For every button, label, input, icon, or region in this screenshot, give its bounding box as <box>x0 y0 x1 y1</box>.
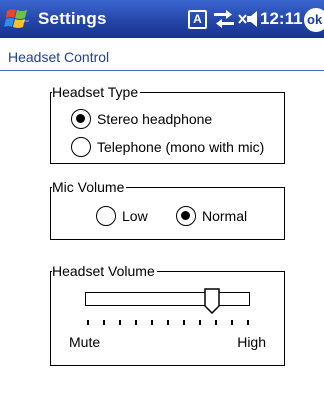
radio-label: Stereo headphone <box>97 111 213 127</box>
radio-mic-low[interactable]: Low <box>96 206 148 226</box>
volume-tick <box>231 320 233 325</box>
app-title[interactable]: Settings <box>38 9 107 29</box>
connectivity-arrows-icon[interactable] <box>212 8 236 30</box>
volume-tick <box>183 320 185 325</box>
volume-slider-track[interactable] <box>85 292 250 306</box>
volume-tick <box>215 320 217 325</box>
volume-tick <box>199 320 201 325</box>
input-mode-indicator[interactable]: A <box>188 10 207 29</box>
volume-tick <box>103 320 105 325</box>
headset-volume-group: Headset Volume Mute High <box>50 262 285 366</box>
radio-button[interactable] <box>71 137 91 157</box>
speaker-muted-icon[interactable] <box>238 10 260 28</box>
volume-tick <box>151 320 153 325</box>
headset-volume-legend: Headset Volume <box>52 262 157 280</box>
radio-stereo-headphone[interactable]: Stereo headphone <box>71 109 212 129</box>
volume-min-label: Mute <box>69 334 101 350</box>
page-title: Headset Control <box>8 49 110 65</box>
volume-tick <box>87 320 89 325</box>
headset-type-legend: Headset Type <box>52 83 141 101</box>
radio-telephone-mono[interactable]: Telephone (mono with mic) <box>71 137 264 157</box>
headset-type-group: Headset Type Stereo headphone Telephone … <box>50 83 285 164</box>
mic-volume-group: Mic Volume Low Normal <box>50 178 285 240</box>
volume-tick <box>119 320 121 325</box>
radio-label: Normal <box>202 208 248 224</box>
section-divider <box>0 70 324 71</box>
volume-ticks <box>87 320 249 326</box>
volume-tick <box>247 320 249 325</box>
radio-label: Low <box>122 208 148 224</box>
radio-mic-normal[interactable]: Normal <box>176 206 247 226</box>
title-bar: Settings A 12:11 ok <box>0 0 324 38</box>
radio-label: Telephone (mono with mic) <box>97 139 265 155</box>
volume-tick <box>167 320 169 325</box>
mic-volume-legend: Mic Volume <box>52 178 127 196</box>
radio-button[interactable] <box>71 109 91 129</box>
radio-button[interactable] <box>176 206 196 226</box>
ok-button[interactable]: ok <box>304 8 324 32</box>
volume-max-label: High <box>237 334 266 350</box>
volume-tick <box>135 320 137 325</box>
radio-button[interactable] <box>96 206 116 226</box>
windows-flag-icon[interactable] <box>4 6 32 32</box>
clock[interactable]: 12:11 <box>260 9 303 29</box>
volume-slider-thumb[interactable] <box>204 288 220 314</box>
